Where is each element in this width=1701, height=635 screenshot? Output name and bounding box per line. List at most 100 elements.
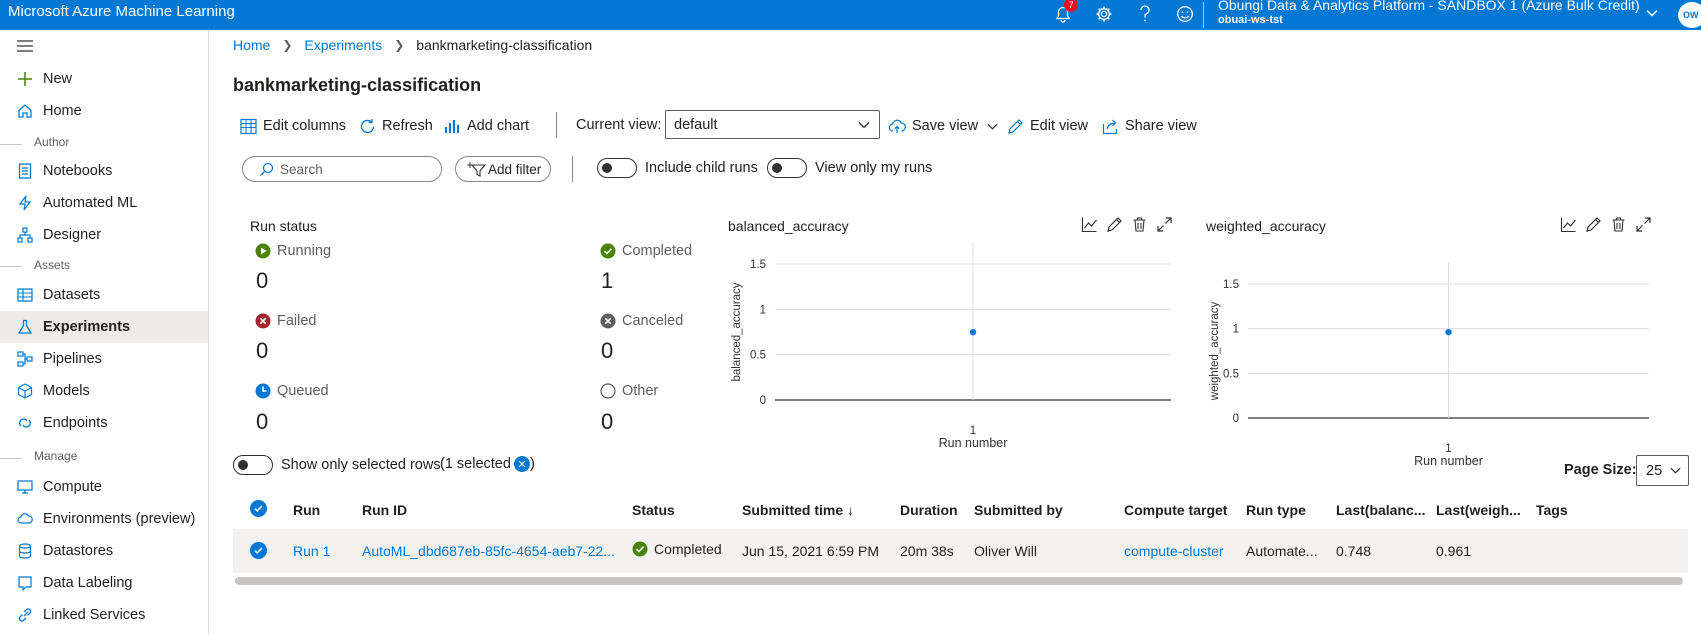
chart-title: weighted_accuracy (1206, 218, 1326, 234)
breadcrumb-home[interactable]: Home (233, 37, 270, 53)
workspace-name[interactable]: obuai-ws-tst (1218, 14, 1283, 26)
sidebar-item-compute[interactable]: Compute (0, 471, 208, 503)
column-header-duration[interactable]: Duration (900, 502, 958, 518)
sidebar-item-designer[interactable]: Designer (0, 219, 208, 251)
show-only-selected-toggle[interactable] (233, 455, 273, 475)
feedback-smiley-icon[interactable] (1174, 3, 1196, 25)
edit-view-button[interactable]: Edit view (1007, 115, 1088, 137)
sidebar-item-home[interactable]: Home (0, 95, 208, 127)
y-tick-label: 1.5 (1223, 279, 1239, 291)
edit-chart-pencil-icon[interactable] (1585, 216, 1602, 233)
running-count: 0 (256, 268, 269, 293)
sidebar-item-pipelines[interactable]: Pipelines (0, 343, 208, 375)
breadcrumb-current: bankmarketing-classification (416, 37, 593, 53)
sidebar-item-notebooks[interactable]: Notebooks (0, 155, 208, 187)
chevron-down-icon (986, 120, 999, 133)
page-size-label: Page Size: (1564, 462, 1637, 478)
sidebar-item-linked-services[interactable]: Linked Services (0, 599, 208, 631)
column-header-run[interactable]: Run (293, 502, 320, 518)
duration-cell: 20m 38s (900, 543, 954, 559)
select-all-checkbox[interactable] (250, 500, 267, 517)
expand-chart-icon[interactable] (1156, 216, 1173, 233)
view-only-my-runs-toggle[interactable] (767, 158, 807, 178)
save-view-button[interactable]: Save view (888, 115, 999, 137)
chart-title: balanced_accuracy (728, 218, 849, 234)
edit-chart-pencil-icon[interactable] (1106, 216, 1123, 233)
page-size-select[interactable]: 25 (1636, 455, 1689, 486)
table-columns-icon (240, 118, 257, 135)
line-chart-icon[interactable] (1560, 216, 1577, 233)
section-label-author: Author (34, 135, 70, 149)
sidebar-item-datasets[interactable]: Datasets (0, 279, 208, 311)
status-label: Running (277, 243, 332, 259)
column-header-status[interactable]: Status (632, 502, 675, 518)
sidebar-item-experiments[interactable]: Experiments (0, 311, 208, 343)
avatar[interactable]: OW (1678, 2, 1701, 28)
app-title[interactable]: Microsoft Azure Machine Learning (8, 3, 235, 20)
sidebar-item-endpoints[interactable]: Endpoints (0, 407, 208, 439)
column-header-run-id[interactable]: Run ID (362, 502, 407, 518)
run-link[interactable]: Run 1 (293, 543, 330, 559)
delete-chart-trash-icon[interactable] (1610, 216, 1627, 233)
horizontal-scrollbar[interactable] (235, 577, 1683, 585)
sidebar-item-label: Environments (preview) (43, 511, 196, 527)
table-row[interactable]: Run 1 AutoML_dbd687eb-85fc-4654-aeb7-22.… (233, 529, 1688, 573)
expand-chart-icon[interactable] (1635, 216, 1652, 233)
compute-target-link[interactable]: compute-cluster (1124, 543, 1224, 559)
share-view-button[interactable]: Share view (1102, 115, 1197, 137)
x-axis-label: Run number (1414, 454, 1483, 468)
include-child-runs-toggle[interactable] (597, 158, 637, 178)
column-header-last-weighted[interactable]: Last(weigh... (1436, 502, 1521, 518)
breadcrumb-experiments[interactable]: Experiments (304, 37, 382, 53)
search-input[interactable]: Search (242, 156, 442, 182)
edit-columns-button[interactable]: Edit columns (240, 115, 346, 137)
chart-toolbar (1560, 216, 1652, 233)
view-only-my-runs-label: View only my runs (815, 160, 933, 176)
notebook-icon (16, 162, 34, 180)
table-header-row: Run Run ID Status Submitted time ↓ Durat… (233, 493, 1688, 529)
run-status-title: Run status (250, 218, 317, 234)
column-header-submitted-by[interactable]: Submitted by (974, 502, 1063, 518)
column-header-last-balanced[interactable]: Last(balanc... (1336, 502, 1425, 518)
sidebar-item-models[interactable]: Models (0, 375, 208, 407)
column-header-tags[interactable]: Tags (1536, 502, 1568, 518)
sidebar-item-datastores[interactable]: Datastores (0, 535, 208, 567)
add-chart-button[interactable]: Add chart (444, 115, 529, 137)
tenant-name[interactable]: Obungi Data & Analytics Platform - SANDB… (1218, 0, 1640, 13)
y-tick-label: 0.5 (750, 350, 766, 362)
y-axis-label: weighted_accuracy (1209, 302, 1221, 402)
sidebar-item-label: Models (43, 383, 90, 399)
refresh-button[interactable]: Refresh (359, 115, 433, 137)
column-header-submitted-time[interactable]: Submitted time ↓ (742, 502, 854, 518)
link-icon (16, 606, 34, 624)
edit-columns-label: Edit columns (263, 118, 347, 134)
settings-icon[interactable] (1093, 3, 1115, 25)
sidebar-item-label: Linked Services (43, 607, 146, 623)
breadcrumb: Home ❯ Experiments ❯ bankmarketing-class… (233, 37, 592, 53)
clear-selection-icon[interactable]: ✕ (513, 456, 530, 472)
sidebar-item-new[interactable]: New (0, 63, 208, 95)
line-chart-icon[interactable] (1081, 216, 1098, 233)
hamburger-menu-icon[interactable] (16, 39, 34, 56)
sidebar-item-label: New (43, 71, 73, 87)
run-id-link[interactable]: AutoML_dbd687eb-85fc-4654-aeb7-22... (362, 543, 615, 559)
chevron-down-icon[interactable] (1645, 6, 1659, 23)
sidebar-item-environments[interactable]: Environments (preview) (0, 503, 208, 535)
sidebar-item-automated-ml[interactable]: Automated ML (0, 187, 208, 219)
chevron-down-icon (1669, 464, 1682, 481)
filters-divider (572, 156, 573, 182)
y-tick-label: 0.5 (1223, 368, 1239, 380)
add-filter-button[interactable]: Add filter (455, 156, 551, 182)
y-axis-label: balanced_accuracy (731, 282, 743, 381)
status-label: Failed (277, 313, 317, 329)
column-header-run-type[interactable]: Run type (1246, 502, 1306, 518)
sidebar-item-data-labeling[interactable]: Data Labeling (0, 567, 208, 599)
help-icon[interactable] (1134, 3, 1156, 25)
delete-chart-trash-icon[interactable] (1131, 216, 1148, 233)
section-label-manage: Manage (34, 449, 78, 463)
column-header-compute-target[interactable]: Compute target (1124, 502, 1227, 518)
current-view-select[interactable]: default (665, 110, 880, 139)
x-axis-label: Run number (939, 436, 1008, 450)
endpoints-icon (16, 414, 34, 432)
row-checkbox[interactable] (250, 542, 267, 559)
